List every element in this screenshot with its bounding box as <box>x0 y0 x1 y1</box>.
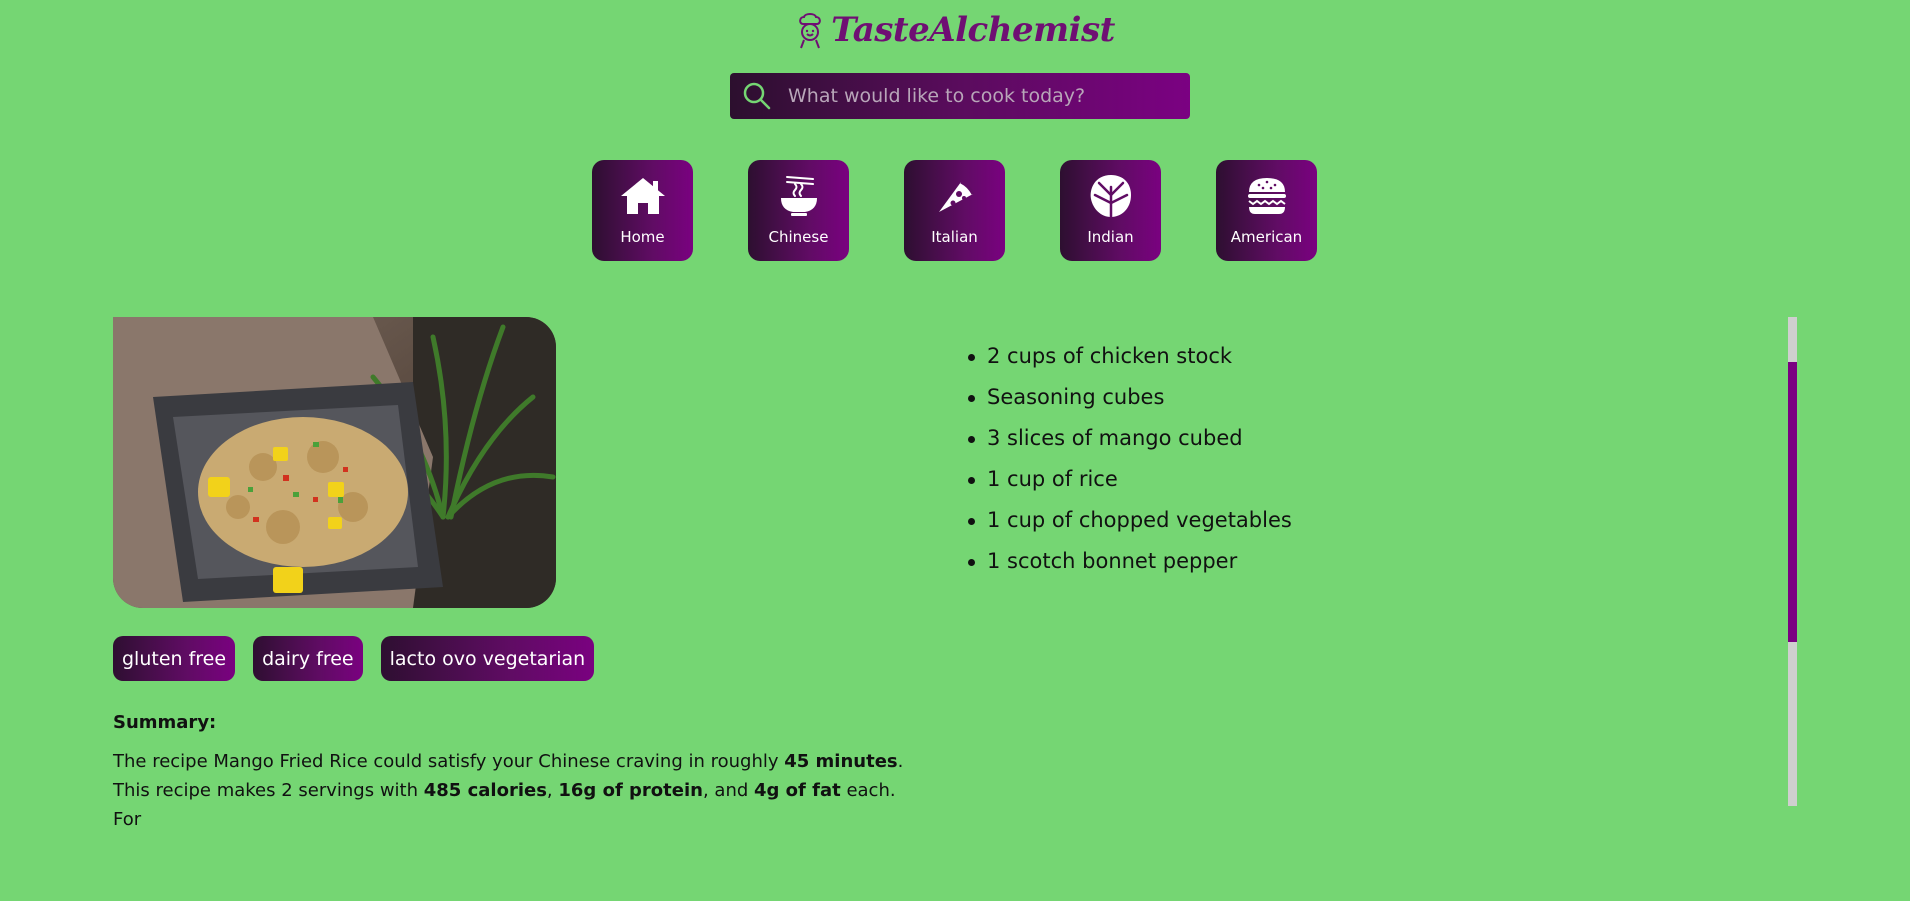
ingredient-text: 1 scotch bonnet pepper <box>987 549 1238 573</box>
summary-protein: 16g of protein <box>558 780 703 801</box>
scrollbar-thumb[interactable] <box>1788 362 1797 642</box>
bullet-icon <box>968 559 975 566</box>
site-logo[interactable]: TasteAlchemist <box>0 10 1910 50</box>
nav-item-american[interactable]: American <box>1216 160 1317 261</box>
summary-part: , <box>546 780 559 801</box>
bullet-icon <box>968 436 975 443</box>
chef-hat-icon <box>795 10 825 50</box>
nav-item-home[interactable]: Home <box>592 160 693 261</box>
diet-tag[interactable]: lacto ovo vegetarian <box>380 636 595 681</box>
diet-tags: gluten free dairy free lacto ovo vegetar… <box>113 636 595 681</box>
ingredient-item: 2 cups of chicken stock <box>968 344 1292 385</box>
ingredient-text: Seasoning cubes <box>987 385 1165 409</box>
nav-item-indian[interactable]: Indian <box>1060 160 1161 261</box>
search-input[interactable] <box>778 73 1190 119</box>
bullet-icon <box>968 477 975 484</box>
ingredient-text: 2 cups of chicken stock <box>987 344 1233 368</box>
recipe-image <box>113 317 556 608</box>
ingredient-text: 3 slices of mango cubed <box>987 426 1243 450</box>
summary-time: 45 minutes <box>784 751 898 772</box>
ingredient-item: 1 cup of rice <box>968 467 1292 508</box>
nav-label: Chinese <box>768 228 829 246</box>
ingredient-item: Seasoning cubes <box>968 385 1292 426</box>
summary-part: , and <box>702 780 754 801</box>
search-bar <box>730 73 1190 119</box>
nav-item-chinese[interactable]: Chinese <box>748 160 849 261</box>
scrollbar-track[interactable] <box>1788 317 1797 806</box>
pizza-slice-icon <box>931 174 979 218</box>
search-icon[interactable] <box>736 73 778 119</box>
nav-label: Indian <box>1087 228 1134 246</box>
bullet-icon <box>968 518 975 525</box>
summary-fat: 4g of fat <box>754 780 841 801</box>
diet-tag[interactable]: dairy free <box>253 636 363 681</box>
summary-part: This recipe makes 2 servings with <box>113 780 424 801</box>
ingredient-text: 1 cup of chopped vegetables <box>987 508 1292 532</box>
bullet-icon <box>968 354 975 361</box>
nav-label: Home <box>620 228 665 246</box>
summary-part: The recipe Mango Fried Rice could satisf… <box>113 751 785 772</box>
brand-name: TasteAlchemist <box>831 10 1115 50</box>
summary-part: . <box>897 751 904 772</box>
nav-label: Italian <box>931 228 978 246</box>
ingredient-item: 1 cup of chopped vegetables <box>968 508 1292 549</box>
summary-heading: Summary: <box>113 712 217 733</box>
cuisine-nav: Home Chinese Italian Indian American <box>592 160 1317 261</box>
summary-text: The recipe Mango Fried Rice could satisf… <box>113 747 913 834</box>
ingredient-item: 3 slices of mango cubed <box>968 426 1292 467</box>
diet-tag[interactable]: gluten free <box>113 636 236 681</box>
nav-label: American <box>1230 228 1303 246</box>
monstera-leaf-icon <box>1087 174 1135 219</box>
house-icon <box>619 174 667 218</box>
noodle-bowl-icon <box>775 174 823 218</box>
bullet-icon <box>968 395 975 402</box>
burger-icon <box>1243 174 1291 218</box>
nav-item-italian[interactable]: Italian <box>904 160 1005 261</box>
summary-calories: 485 calories <box>423 780 547 801</box>
ingredients-list: 2 cups of chicken stock Seasoning cubes … <box>968 344 1292 590</box>
ingredient-item: 1 scotch bonnet pepper <box>968 549 1292 590</box>
ingredient-text: 1 cup of rice <box>987 467 1118 491</box>
